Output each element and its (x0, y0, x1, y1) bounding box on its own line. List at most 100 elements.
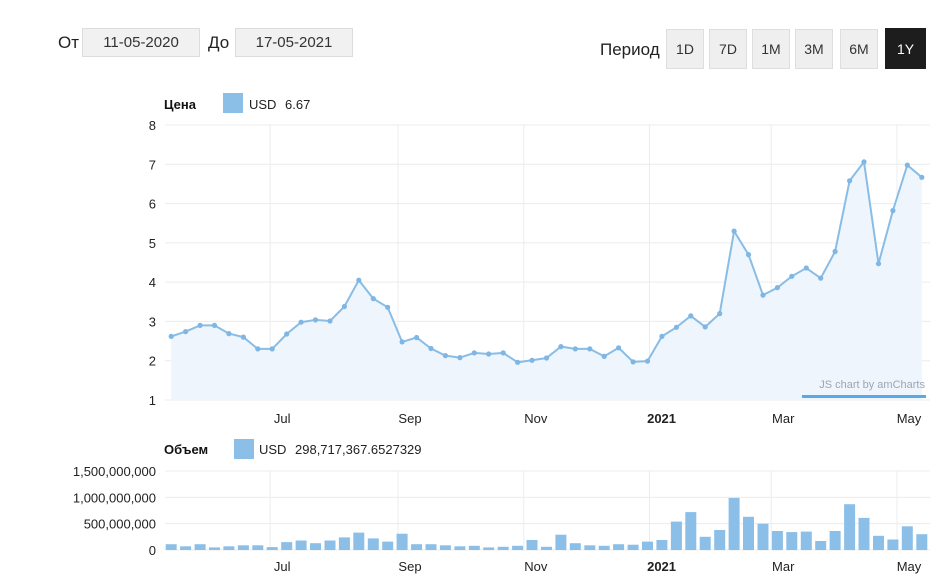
volume-bar[interactable] (887, 539, 899, 551)
price-point[interactable] (197, 322, 203, 328)
volume-bar[interactable] (382, 541, 394, 550)
price-point[interactable] (255, 346, 261, 352)
scrollbar-handle[interactable] (802, 395, 926, 398)
price-point[interactable] (183, 329, 189, 335)
price-point[interactable] (529, 357, 535, 363)
price-point[interactable] (717, 311, 723, 317)
volume-bar[interactable] (367, 538, 379, 550)
price-point[interactable] (731, 228, 737, 234)
price-point[interactable] (442, 353, 448, 359)
volume-bar[interactable] (252, 545, 264, 550)
price-point[interactable] (587, 346, 593, 352)
price-point[interactable] (919, 174, 925, 180)
price-point[interactable] (500, 350, 506, 356)
period-button-1y[interactable]: 1Y (885, 28, 926, 69)
volume-bar[interactable] (901, 526, 913, 550)
price-point[interactable] (515, 359, 521, 365)
price-point[interactable] (760, 292, 766, 298)
volume-bar[interactable] (396, 533, 408, 550)
price-point[interactable] (168, 333, 174, 339)
price-point[interactable] (370, 296, 376, 302)
volume-bar[interactable] (728, 497, 740, 550)
volume-bar[interactable] (411, 544, 423, 550)
volume-bar[interactable] (844, 504, 856, 550)
volume-bar[interactable] (237, 545, 249, 550)
volume-bar[interactable] (858, 517, 870, 550)
price-point[interactable] (385, 304, 391, 310)
price-point[interactable] (211, 322, 218, 328)
price-point[interactable] (269, 346, 275, 352)
volume-bar[interactable] (454, 546, 466, 550)
price-point[interactable] (558, 344, 564, 350)
price-point[interactable] (399, 339, 405, 345)
price-point[interactable] (457, 355, 463, 361)
price-point[interactable] (543, 355, 550, 361)
price-point[interactable] (774, 285, 781, 291)
price-point[interactable] (341, 303, 347, 310)
volume-bar[interactable] (829, 531, 841, 550)
price-point[interactable] (832, 248, 838, 255)
volume-bar[interactable] (786, 532, 798, 550)
volume-bar[interactable] (526, 540, 538, 550)
price-point[interactable] (572, 346, 578, 352)
volume-bar[interactable] (815, 541, 827, 550)
volume-bar[interactable] (295, 540, 307, 551)
price-point[interactable] (904, 162, 910, 168)
price-point[interactable] (890, 208, 896, 214)
period-button-6m[interactable]: 6M (840, 29, 878, 69)
price-point[interactable] (644, 358, 651, 364)
period-button-7d[interactable]: 7D (709, 29, 747, 69)
period-button-1d[interactable]: 1D (666, 29, 704, 69)
volume-bar[interactable] (180, 546, 192, 550)
volume-bar[interactable] (353, 532, 365, 550)
price-point[interactable] (226, 331, 232, 337)
price-point[interactable] (789, 273, 795, 279)
volume-bar[interactable] (656, 540, 668, 550)
volume-bar[interactable] (714, 530, 726, 550)
price-point[interactable] (630, 359, 636, 365)
volume-bar[interactable] (425, 544, 437, 550)
volume-bar[interactable] (627, 544, 639, 550)
amcharts-watermark[interactable]: JS chart by amCharts (819, 379, 925, 391)
price-point[interactable] (875, 261, 882, 267)
price-point[interactable] (818, 275, 824, 281)
price-point[interactable] (745, 252, 752, 258)
volume-bar[interactable] (569, 543, 581, 550)
volume-bar[interactable] (209, 547, 220, 550)
volume-bar[interactable] (165, 544, 177, 550)
price-point[interactable] (673, 324, 680, 330)
price-point[interactable] (803, 265, 809, 271)
price-point[interactable] (356, 277, 362, 283)
volume-bar[interactable] (223, 546, 235, 550)
volume-bar[interactable] (281, 542, 293, 550)
volume-bar[interactable] (541, 546, 552, 550)
price-point[interactable] (861, 159, 867, 165)
volume-bar[interactable] (743, 516, 754, 550)
volume-bar[interactable] (266, 547, 278, 550)
volume-bar[interactable] (555, 534, 567, 550)
volume-bar[interactable] (873, 535, 884, 550)
volume-bar[interactable] (194, 544, 206, 550)
volume-bar[interactable] (670, 521, 682, 550)
price-point[interactable] (847, 178, 853, 184)
volume-bar[interactable] (324, 540, 336, 551)
price-point[interactable] (688, 313, 694, 319)
volume-bar[interactable] (757, 523, 769, 550)
from-date-input[interactable]: 11-05-2020 (82, 28, 200, 57)
volume-bar[interactable] (642, 541, 653, 550)
price-point[interactable] (240, 334, 246, 340)
volume-bar[interactable] (468, 545, 480, 550)
volume-bar[interactable] (613, 544, 625, 550)
volume-bar[interactable] (512, 545, 524, 550)
volume-legend-marker[interactable] (234, 439, 254, 459)
price-point[interactable] (327, 318, 333, 324)
period-button-3m[interactable]: 3M (795, 29, 833, 69)
price-point[interactable] (616, 345, 622, 351)
price-legend-marker[interactable] (223, 93, 243, 113)
volume-bar[interactable] (584, 545, 596, 550)
price-point[interactable] (312, 317, 319, 323)
volume-bar[interactable] (497, 546, 509, 550)
volume-bar[interactable] (699, 536, 711, 550)
volume-bar[interactable] (439, 545, 451, 550)
price-point[interactable] (414, 334, 420, 341)
